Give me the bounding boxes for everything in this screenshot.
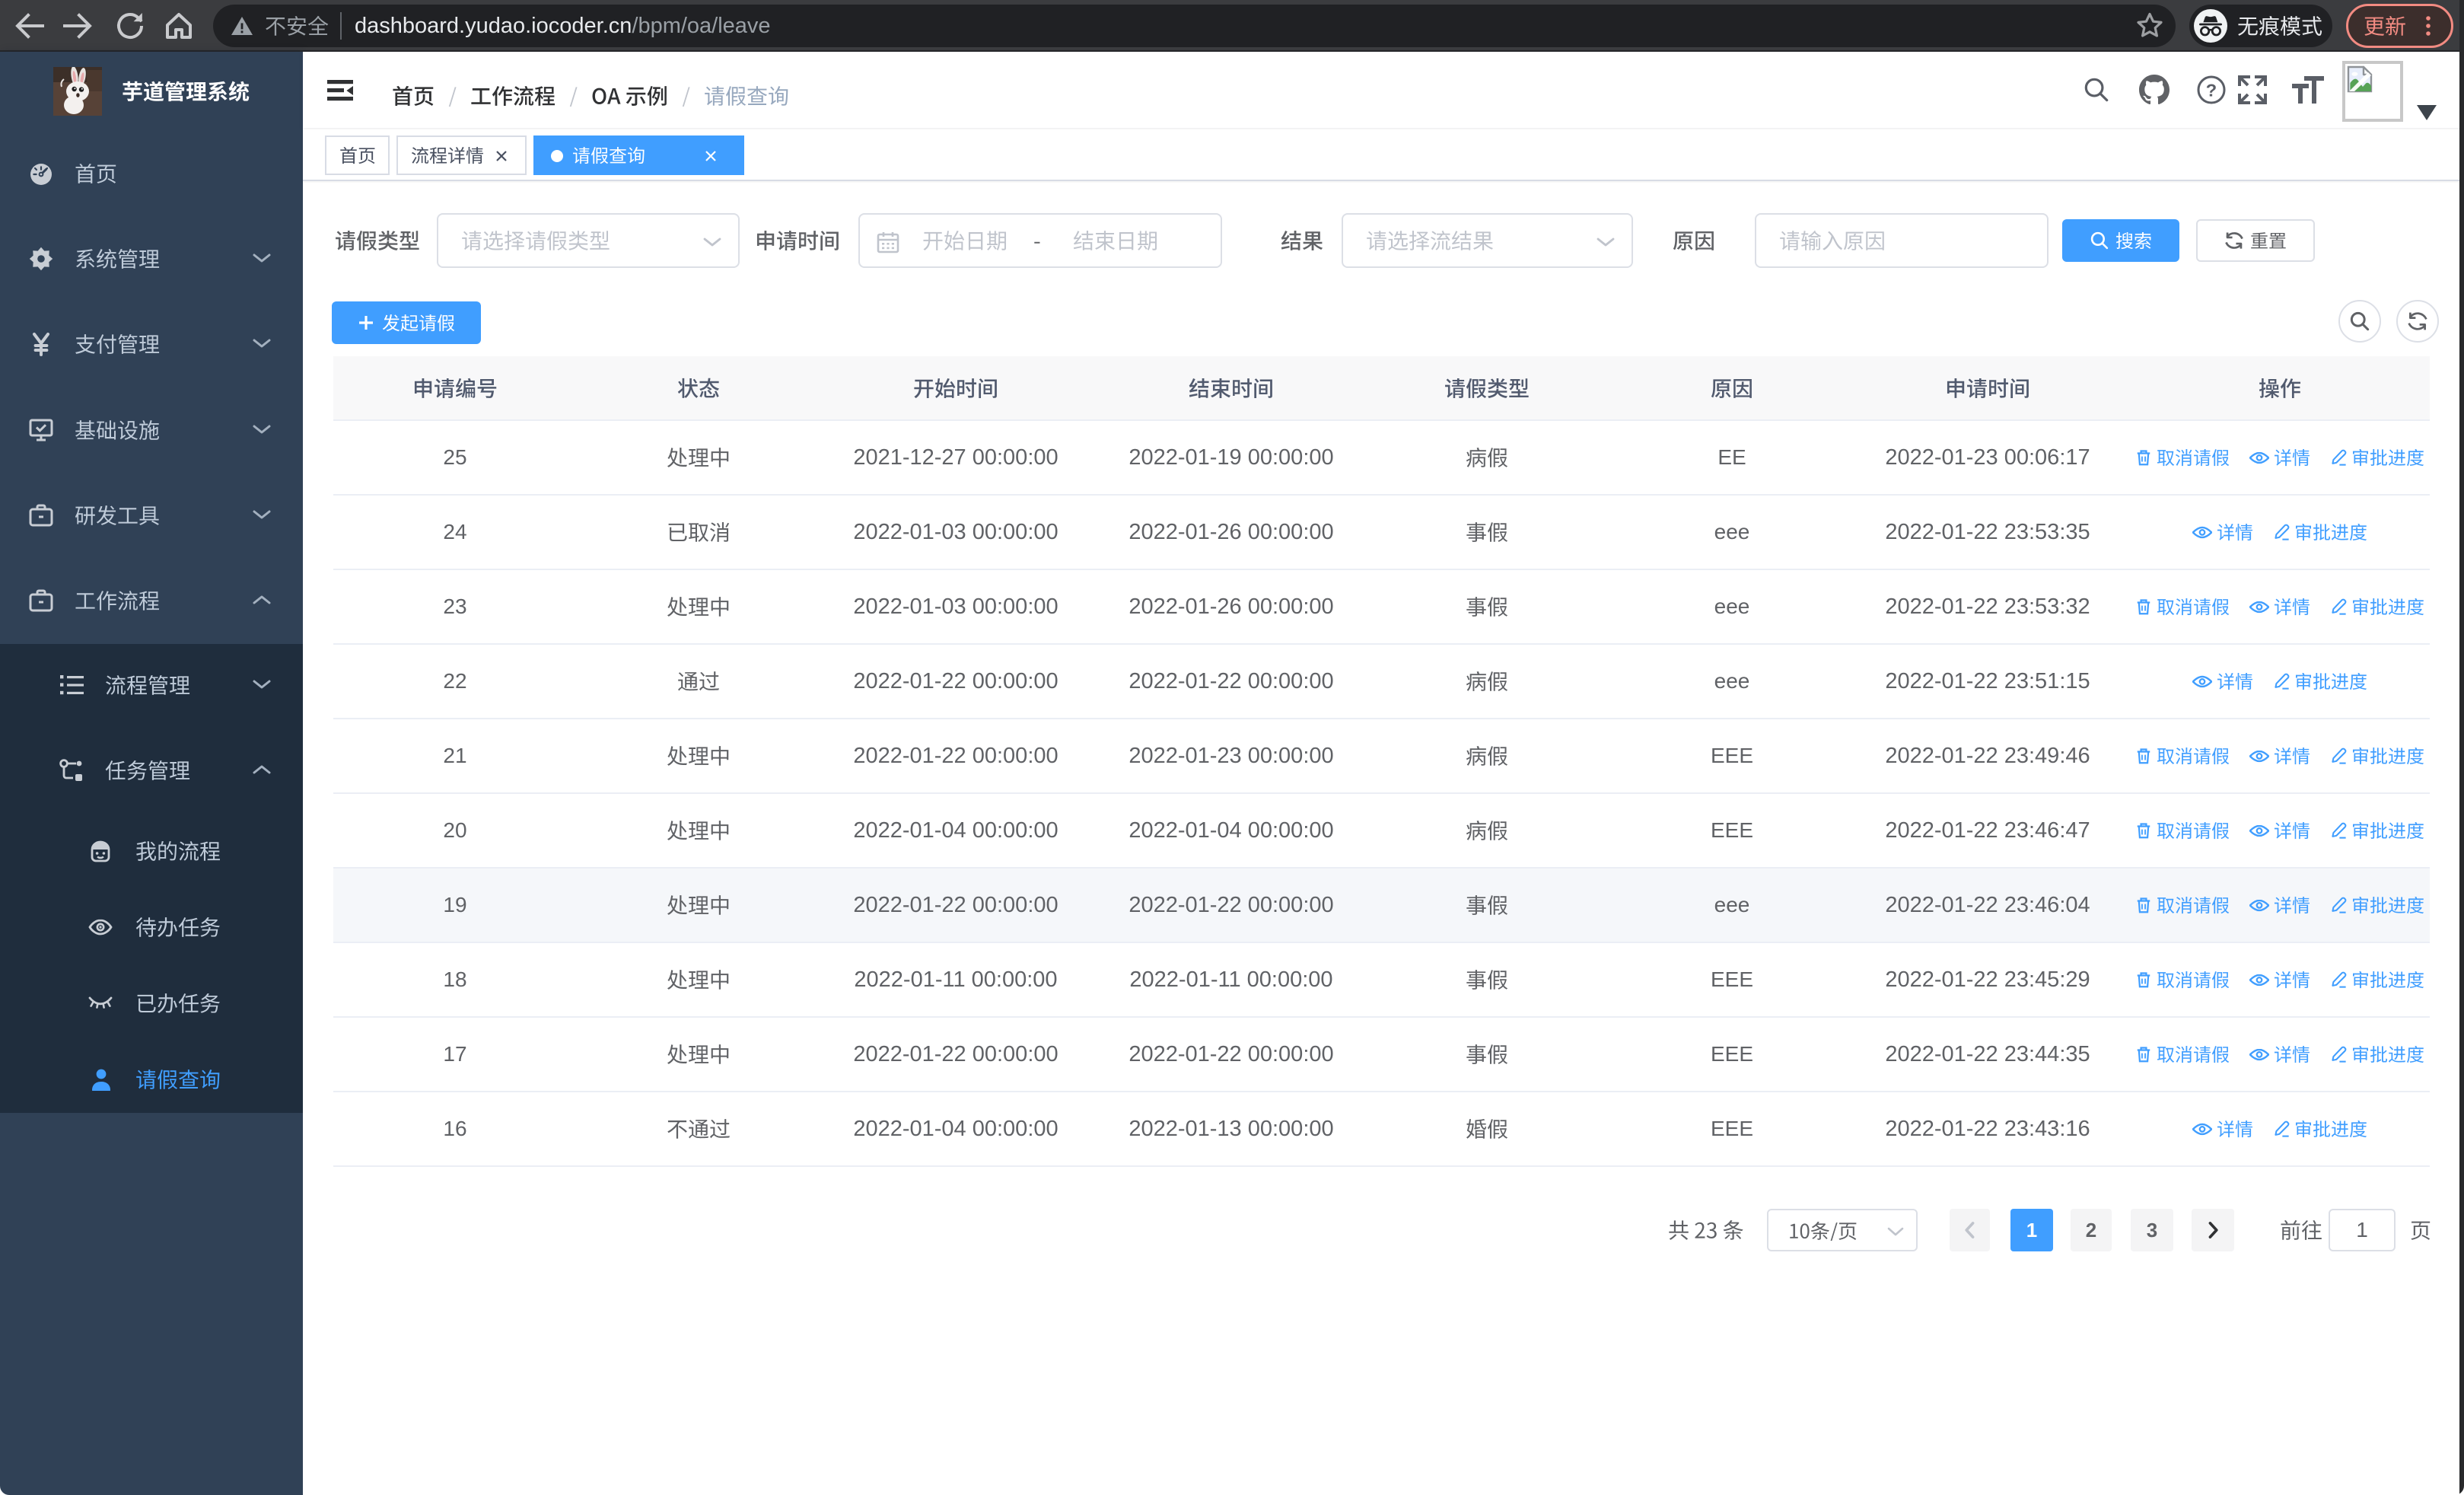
svg-text:?: ? [2206, 80, 2217, 100]
